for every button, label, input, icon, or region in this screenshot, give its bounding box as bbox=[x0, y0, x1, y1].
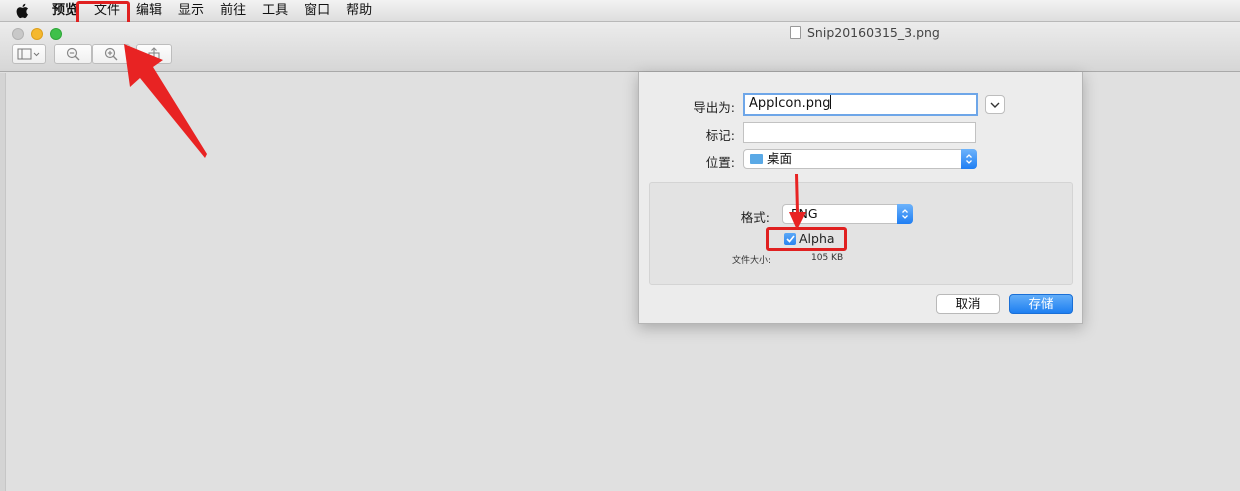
menu-edit[interactable]: 编辑 bbox=[128, 0, 170, 22]
save-button[interactable]: 存储 bbox=[1009, 294, 1073, 314]
menu-help[interactable]: 帮助 bbox=[338, 0, 380, 22]
zoom-out-button[interactable] bbox=[54, 44, 92, 64]
export-dialog: 导出为: AppIcon.png 标记: 位置: 桌面 格式: PNG Alph… bbox=[638, 72, 1083, 324]
menu-view[interactable]: 显示 bbox=[170, 0, 212, 22]
popup-arrows-icon bbox=[897, 204, 913, 224]
location-label: 位置: bbox=[705, 155, 735, 170]
share-button[interactable] bbox=[136, 44, 172, 64]
apple-logo-icon[interactable] bbox=[14, 3, 30, 19]
sidebar-toggle-icon bbox=[17, 48, 40, 60]
popup-arrows-icon bbox=[961, 149, 977, 169]
text-caret bbox=[830, 95, 832, 109]
window-titlebar: Snip20160315_3.png bbox=[0, 22, 1240, 72]
folder-icon bbox=[750, 154, 763, 164]
window-title-text: Snip20160315_3.png bbox=[807, 25, 940, 40]
expand-dialog-button[interactable] bbox=[985, 95, 1005, 114]
format-options-panel: 格式: PNG Alpha 文件大小: 105 KB bbox=[649, 182, 1073, 285]
sidebar-edge bbox=[0, 73, 6, 491]
menu-window[interactable]: 窗口 bbox=[296, 0, 338, 22]
location-value: 桌面 bbox=[767, 151, 793, 166]
menu-tools[interactable]: 工具 bbox=[254, 0, 296, 22]
share-icon bbox=[148, 46, 160, 62]
zoom-in-icon bbox=[104, 47, 118, 61]
close-window-button[interactable] bbox=[12, 28, 24, 40]
format-popup[interactable]: PNG bbox=[782, 204, 913, 224]
export-as-label: 导出为: bbox=[693, 100, 735, 115]
menu-bar: 预览 文件 编辑 显示 前往 工具 窗口 帮助 bbox=[0, 0, 1240, 22]
zoom-in-button[interactable] bbox=[92, 44, 130, 64]
zoom-out-icon bbox=[66, 47, 80, 61]
format-value: PNG bbox=[791, 206, 818, 221]
file-size-label: 文件大小: bbox=[732, 256, 772, 266]
export-as-value: AppIcon.png bbox=[749, 96, 831, 111]
tags-input[interactable] bbox=[743, 122, 976, 143]
file-size-value: 105 KB bbox=[811, 253, 844, 263]
document-icon bbox=[790, 26, 801, 39]
sidebar-toggle-button[interactable] bbox=[12, 44, 46, 64]
chevron-down-icon bbox=[990, 102, 1000, 108]
minimize-window-button[interactable] bbox=[31, 28, 43, 40]
location-popup[interactable]: 桌面 bbox=[743, 149, 977, 169]
zoom-window-button[interactable] bbox=[50, 28, 62, 40]
format-label: 格式: bbox=[740, 210, 770, 225]
menu-go[interactable]: 前往 bbox=[212, 0, 254, 22]
cancel-button[interactable]: 取消 bbox=[936, 294, 1000, 314]
export-as-input[interactable]: AppIcon.png bbox=[743, 93, 978, 116]
window-title: Snip20160315_3.png bbox=[790, 25, 940, 40]
alpha-highlight bbox=[766, 227, 847, 251]
tags-label: 标记: bbox=[705, 128, 735, 143]
